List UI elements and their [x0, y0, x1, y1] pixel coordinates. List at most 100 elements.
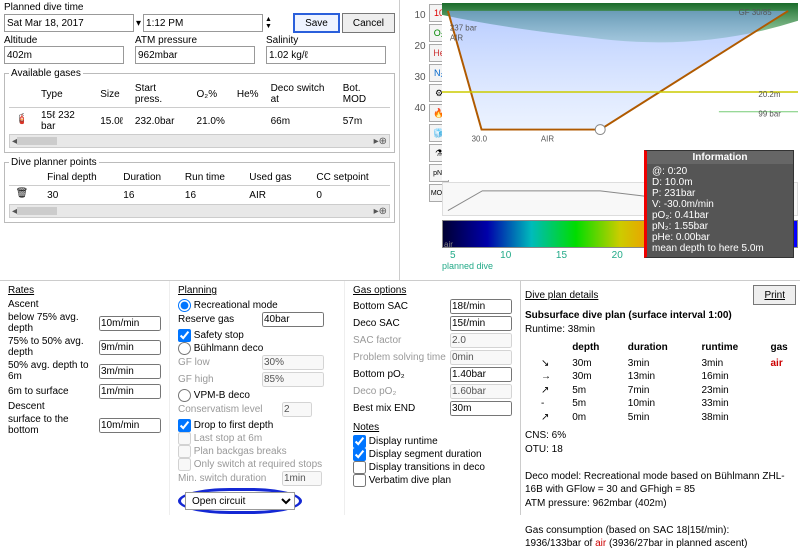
col-type[interactable]: Type: [35, 81, 94, 108]
minswitch-input: [282, 471, 322, 486]
sacfactor-input: [450, 333, 512, 348]
gfhigh-input: [262, 372, 324, 387]
plan-gascons: Gas consumption (based on SAC 18|15ℓ/min…: [525, 525, 729, 536]
rates-title: Rates: [8, 285, 161, 296]
plan-row: ↗5m7min23min: [535, 384, 800, 398]
gases-scrollbar[interactable]: ◂▸⊕: [9, 134, 390, 148]
rate1-input[interactable]: [99, 316, 161, 331]
cons-input: [282, 402, 312, 417]
circuit-select[interactable]: Open circuit: [185, 492, 295, 510]
point-row[interactable]: 🗑 30 16 16 AIR 0: [9, 186, 390, 205]
reserve-label: Reserve gas: [178, 314, 258, 325]
points-scrollbar[interactable]: ◂▸⊕: [9, 204, 390, 218]
save-button[interactable]: Save: [293, 13, 340, 33]
pt-dur-h: duration: [622, 339, 696, 357]
rate3-label: 50% avg. depth to 6m: [8, 360, 95, 382]
rate1-label: below 75% avg. depth: [8, 312, 95, 334]
note2-label: Display segment duration: [369, 449, 482, 460]
last6-check: [178, 432, 191, 445]
backgas-check: [178, 445, 191, 458]
problem-input: [450, 350, 512, 365]
only-check: [178, 458, 191, 471]
col-start[interactable]: Start press.: [129, 81, 191, 108]
salinity-label: Salinity: [266, 35, 298, 46]
rate5-label: surface to the bottom: [8, 414, 95, 436]
altitude-label: Altitude: [4, 35, 37, 46]
gas-o2: 21.0%: [191, 108, 231, 135]
date-dropdown-icon[interactable]: ▾: [136, 18, 141, 29]
print-button[interactable]: Print: [753, 285, 796, 305]
problem-label: Problem solving time: [353, 352, 446, 363]
gasopt-title: Gas options: [353, 285, 512, 296]
note3-check[interactable]: [353, 461, 366, 474]
col-deco[interactable]: Deco switch at: [265, 81, 337, 108]
plan-otu: OTU: 18: [525, 444, 563, 455]
note1-check[interactable]: [353, 435, 366, 448]
po2-label: Bottom pO₂: [353, 369, 446, 380]
vpmb-label: VPM-B deco: [194, 390, 250, 401]
col-mod[interactable]: Bot. MOD: [337, 81, 390, 108]
drop-check[interactable]: [178, 419, 191, 432]
plan-row: -5m10min33min: [535, 397, 800, 411]
col-o2[interactable]: O₂%: [191, 81, 231, 108]
plan-heading: Subsurface dive plan (surface interval 1…: [525, 310, 732, 321]
bottomsac-input[interactable]: [450, 299, 512, 314]
time-input[interactable]: [143, 14, 263, 32]
chart-title: planned dive: [442, 261, 493, 271]
svg-text:AIR: AIR: [450, 34, 463, 43]
note2-check[interactable]: [353, 448, 366, 461]
col-size[interactable]: Size: [94, 81, 129, 108]
plan-row: →30m13min16min: [535, 370, 800, 384]
time-spin-icon[interactable]: ▲▼: [265, 16, 272, 30]
gas-size: 15.0ℓ: [94, 108, 129, 135]
svg-text:237 bar: 237 bar: [450, 24, 477, 33]
col-run[interactable]: Run time: [179, 170, 243, 186]
col-he[interactable]: He%: [231, 81, 265, 108]
rec-radio[interactable]: [178, 299, 191, 312]
pt-run-h: runtime: [696, 339, 765, 357]
col-dur[interactable]: Duration: [117, 170, 179, 186]
po2-input[interactable]: [450, 367, 512, 382]
buhl-radio[interactable]: [178, 342, 191, 355]
gas-row[interactable]: 🧯 15ℓ 232 bar 15.0ℓ 232.0bar 21.0% 66m 5…: [9, 108, 390, 135]
cancel-button[interactable]: Cancel: [342, 13, 395, 33]
pt-gas-h: gas: [765, 339, 800, 357]
salinity-input[interactable]: [266, 46, 386, 64]
rate4-label: 6m to surface: [8, 386, 95, 397]
rate5-input[interactable]: [99, 418, 161, 433]
info-tooltip: Information @: 0:20D: 10.0m P: 231barV: …: [644, 150, 794, 258]
rate4-input[interactable]: [99, 384, 161, 399]
pt-cc: 0: [310, 186, 390, 205]
available-gases-group: Available gases Type Size Start press. O…: [4, 68, 395, 153]
decopo2-input: [450, 384, 512, 399]
reserve-input[interactable]: [262, 312, 324, 327]
plan-title: Dive plan details: [525, 290, 598, 301]
col-gas[interactable]: Used gas: [243, 170, 310, 186]
safety-check[interactable]: [178, 329, 191, 342]
gfhigh-label: GF high: [178, 374, 258, 385]
gas-start: 232.0bar: [129, 108, 191, 135]
plan-gasline: 1936/133bar of air (3936/27bar in planne…: [525, 538, 747, 549]
col-cc[interactable]: CC setpoint: [310, 170, 390, 186]
decosac-input[interactable]: [450, 316, 512, 331]
atm-input[interactable]: [135, 46, 255, 64]
gflow-label: GF low: [178, 357, 258, 368]
rate3-input[interactable]: [99, 364, 161, 379]
date-input[interactable]: [4, 14, 134, 32]
rate2-input[interactable]: [99, 340, 161, 355]
decosac-label: Deco SAC: [353, 318, 446, 329]
only-label: Only switch at required stops: [194, 459, 322, 470]
decopo2-label: Deco pO₂: [353, 386, 446, 397]
plan-row: ↘30m3min3minair: [535, 357, 800, 371]
pt-run: 16: [179, 186, 243, 205]
svg-text:20.2m: 20.2m: [758, 90, 780, 99]
altitude-input[interactable]: [4, 46, 124, 64]
safety-label: Safety stop: [194, 330, 244, 341]
bestmix-input[interactable]: [450, 401, 512, 416]
col-depth[interactable]: Final depth: [41, 170, 117, 186]
trash-icon[interactable]: 🗑: [15, 188, 29, 202]
heat-label: air: [444, 240, 453, 249]
vpmb-radio[interactable]: [178, 389, 191, 402]
cons-label: Conservatism level: [178, 404, 278, 415]
note4-check[interactable]: [353, 474, 366, 487]
